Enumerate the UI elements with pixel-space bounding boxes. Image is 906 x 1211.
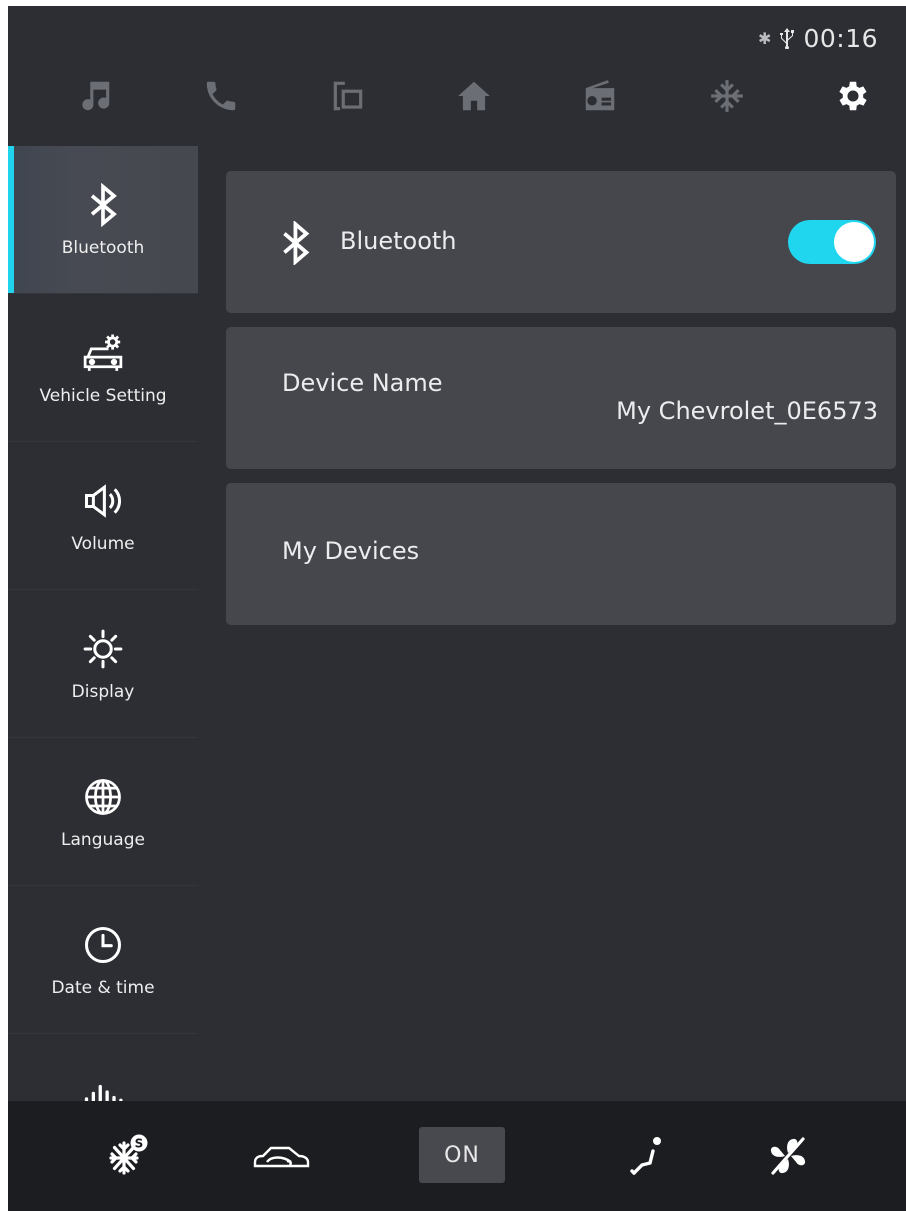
- clock-icon: [80, 922, 126, 968]
- seat-airflow-icon: [630, 1137, 661, 1175]
- globe-icon: [80, 774, 126, 820]
- sidebar-item-label: Date & time: [51, 977, 155, 998]
- status-bluetooth-icon: ✱: [758, 28, 772, 48]
- device-name-label: Device Name: [282, 369, 443, 397]
- infotainment-screen: ✱ 00:16 Bluetooth Vehicle Setting Volume…: [8, 6, 906, 1211]
- bluetooth-icon: [283, 221, 310, 265]
- recirculation-button[interactable]: [246, 1127, 316, 1185]
- sidebar-item-volume[interactable]: Volume: [8, 442, 198, 590]
- bluetooth-toggle-card[interactable]: Bluetooth: [226, 171, 896, 313]
- ac-badge: S: [135, 1137, 144, 1151]
- gear-icon: [839, 81, 867, 111]
- sound-wave-icon: [80, 1080, 126, 1101]
- nav-climate[interactable]: [692, 68, 762, 124]
- speaker-icon: [80, 478, 126, 524]
- phone-icon: [207, 81, 236, 111]
- sidebar-item-sound[interactable]: [8, 1034, 198, 1101]
- nav-music[interactable]: [60, 68, 130, 124]
- home-icon: [458, 81, 490, 111]
- sidebar-item-vehicle-setting[interactable]: Vehicle Setting: [8, 294, 198, 442]
- toggle-knob: [834, 222, 874, 262]
- bluetooth-toggle[interactable]: [788, 220, 876, 264]
- sidebar-item-bluetooth[interactable]: Bluetooth: [8, 146, 198, 294]
- fan-off-icon: [770, 1137, 806, 1175]
- my-devices-label: My Devices: [282, 537, 420, 565]
- snowflake-icon: [710, 80, 743, 112]
- ac-button[interactable]: S: [100, 1127, 156, 1185]
- recirculation-icon: [253, 1146, 310, 1168]
- sidebar-item-label: Vehicle Setting: [39, 385, 167, 406]
- climate-bar: S ON: [8, 1101, 906, 1211]
- sidebar-item-label: Display: [71, 681, 135, 702]
- nav-home[interactable]: [439, 68, 509, 124]
- bluetooth-label: Bluetooth: [340, 227, 457, 255]
- ac-on-button[interactable]: ON: [419, 1127, 505, 1183]
- settings-sidebar: Bluetooth Vehicle Setting Volume Display…: [8, 146, 198, 1101]
- nav-settings[interactable]: [818, 68, 888, 124]
- bluetooth-icon: [80, 182, 126, 228]
- radio-icon: [586, 80, 615, 111]
- status-bar: ✱ 00:16: [758, 23, 878, 53]
- sidebar-item-label: Language: [61, 829, 145, 850]
- phone-projection-icon: [333, 81, 362, 111]
- car-settings-icon: [80, 330, 126, 376]
- my-devices-card[interactable]: My Devices: [226, 483, 896, 625]
- device-name-card[interactable]: Device Name My Chevrolet_0E6573: [226, 327, 896, 469]
- ac-on-label: ON: [444, 1142, 480, 1168]
- music-note-icon: [82, 81, 110, 111]
- sidebar-item-label: Bluetooth: [61, 237, 145, 258]
- nav-radio[interactable]: [565, 68, 635, 124]
- sidebar-item-label: Volume: [71, 533, 135, 554]
- sidebar-item-date-time[interactable]: Date & time: [8, 886, 198, 1034]
- nav-projection[interactable]: [313, 68, 383, 124]
- clock-time: 00:16: [803, 23, 878, 53]
- nav-phone[interactable]: [186, 68, 256, 124]
- top-navigation: [60, 68, 888, 124]
- ac-snowflake-icon: S: [109, 1134, 148, 1175]
- seat-airflow-button[interactable]: [620, 1127, 676, 1185]
- brightness-icon: [80, 626, 126, 672]
- device-name-value: My Chevrolet_0E6573: [616, 397, 878, 425]
- usb-icon: [779, 27, 795, 49]
- sidebar-item-language[interactable]: Language: [8, 738, 198, 886]
- sidebar-item-display[interactable]: Display: [8, 590, 198, 738]
- fan-off-button[interactable]: [760, 1127, 816, 1185]
